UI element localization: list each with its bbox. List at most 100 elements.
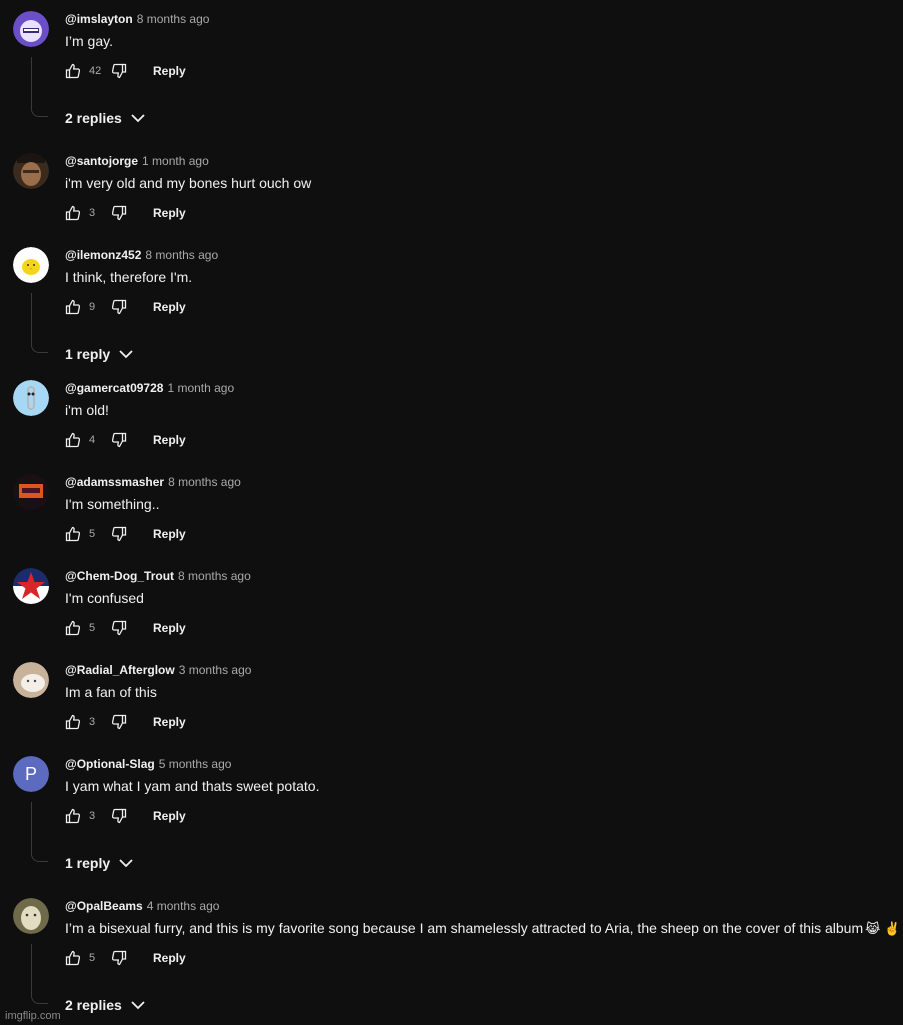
replies-count-label: 1 reply — [65, 346, 111, 362]
avatar[interactable]: P — [13, 756, 49, 792]
author-line: @Optional-Slag 5 months ago — [65, 757, 231, 771]
author-name[interactable]: @adamssmasher — [65, 475, 164, 489]
thumbs-down-icon — [111, 299, 127, 315]
dislike-button[interactable] — [111, 205, 127, 221]
author-name[interactable]: @santojorge — [65, 154, 138, 168]
like-count: 5 — [89, 622, 96, 634]
author-name[interactable]: @OpalBeams — [65, 899, 143, 913]
like-button[interactable] — [65, 808, 81, 824]
avatar[interactable] — [13, 153, 49, 189]
timestamp[interactable]: 8 months ago — [137, 12, 210, 26]
chevron-down-icon — [131, 114, 145, 123]
thumbs-down-icon — [111, 205, 127, 221]
timestamp[interactable]: 1 month ago — [167, 381, 234, 395]
action-bar: 3 Reply — [65, 201, 186, 225]
thumbs-up-icon — [65, 432, 81, 448]
thread-connector — [31, 802, 48, 862]
thumbs-down-icon — [111, 63, 127, 79]
author-line: @Chem-Dog_Trout 8 months ago — [65, 569, 251, 583]
author-name[interactable]: @Chem-Dog_Trout — [65, 569, 174, 583]
dislike-button[interactable] — [111, 950, 127, 966]
chevron-down-icon — [131, 1001, 145, 1010]
dislike-button[interactable] — [111, 714, 127, 730]
dislike-button[interactable] — [111, 526, 127, 542]
chevron-down-icon — [119, 859, 133, 868]
view-replies-button[interactable]: 1 reply — [65, 345, 135, 363]
author-line: @Radial_Afterglow 3 months ago — [65, 663, 251, 677]
dislike-button[interactable] — [111, 620, 127, 636]
action-bar: 5 Reply — [65, 946, 186, 970]
reply-button[interactable]: Reply — [153, 715, 186, 729]
dislike-button[interactable] — [111, 808, 127, 824]
view-replies-button[interactable]: 2 replies — [65, 996, 147, 1014]
dislike-button[interactable] — [111, 432, 127, 448]
reply-button[interactable]: Reply — [153, 621, 186, 635]
dislike-button[interactable] — [111, 299, 127, 315]
author-line: @santojorge 1 month ago — [65, 154, 209, 168]
like-count: 5 — [89, 952, 96, 964]
replies-count-label: 2 replies — [65, 110, 122, 126]
timestamp[interactable]: 5 months ago — [159, 757, 232, 771]
like-count: 9 — [89, 301, 96, 313]
reply-button[interactable]: Reply — [153, 64, 186, 78]
author-name[interactable]: @imslayton — [65, 12, 133, 26]
thumbs-up-icon — [65, 526, 81, 542]
view-replies-button[interactable]: 1 reply — [65, 854, 135, 872]
author-name[interactable]: @Radial_Afterglow — [65, 663, 175, 677]
avatar[interactable] — [13, 568, 49, 604]
avatar[interactable] — [13, 898, 49, 934]
timestamp[interactable]: 4 months ago — [147, 899, 220, 913]
thumbs-up-icon — [65, 808, 81, 824]
like-button[interactable] — [65, 950, 81, 966]
timestamp[interactable]: 3 months ago — [179, 663, 252, 677]
thumbs-down-icon — [111, 714, 127, 730]
like-button[interactable] — [65, 714, 81, 730]
like-button[interactable] — [65, 63, 81, 79]
author-line: @imslayton 8 months ago — [65, 12, 209, 26]
timestamp[interactable]: 8 months ago — [178, 569, 251, 583]
avatar[interactable] — [13, 380, 49, 416]
thread-connector — [31, 944, 48, 1004]
timestamp[interactable]: 8 months ago — [145, 248, 218, 262]
avatar[interactable] — [13, 11, 49, 47]
reply-button[interactable]: Reply — [153, 206, 186, 220]
like-button[interactable] — [65, 432, 81, 448]
timestamp[interactable]: 1 month ago — [142, 154, 209, 168]
author-name[interactable]: @gamercat09728 — [65, 381, 163, 395]
watermark: imgflip.com — [5, 1010, 61, 1022]
thumbs-up-icon — [65, 205, 81, 221]
reply-button[interactable]: Reply — [153, 300, 186, 314]
thumbs-up-icon — [65, 63, 81, 79]
avatar[interactable] — [13, 474, 49, 510]
author-line: @ilemonz452 8 months ago — [65, 248, 218, 262]
comment-text: i'm very old and my bones hurt ouch ow — [65, 175, 312, 191]
chevron-down-icon — [119, 350, 133, 359]
avatar[interactable] — [13, 662, 49, 698]
like-count: 3 — [89, 716, 96, 728]
reply-button[interactable]: Reply — [153, 527, 186, 541]
view-replies-button[interactable]: 2 replies — [65, 109, 147, 127]
comment-text: I’m gay. — [65, 33, 113, 49]
timestamp[interactable]: 8 months ago — [168, 475, 241, 489]
thumbs-up-icon — [65, 299, 81, 315]
action-bar: 5 Reply — [65, 616, 186, 640]
dislike-button[interactable] — [111, 63, 127, 79]
like-button[interactable] — [65, 620, 81, 636]
like-button[interactable] — [65, 526, 81, 542]
action-bar: 4 Reply — [65, 428, 186, 452]
thumbs-down-icon — [111, 620, 127, 636]
reply-button[interactable]: Reply — [153, 809, 186, 823]
like-count: 42 — [89, 65, 102, 77]
like-button[interactable] — [65, 299, 81, 315]
comment-thread: @imslayton 8 months ago I’m gay. 42 Reply… — [0, 0, 903, 1025]
like-button[interactable] — [65, 205, 81, 221]
thread-connector — [31, 57, 48, 117]
author-name[interactable]: @Optional-Slag — [65, 757, 155, 771]
reply-button[interactable]: Reply — [153, 951, 186, 965]
comment-text: I'm something.. — [65, 496, 160, 512]
like-count: 3 — [89, 207, 96, 219]
thumbs-down-icon — [111, 526, 127, 542]
avatar[interactable] — [13, 247, 49, 283]
author-name[interactable]: @ilemonz452 — [65, 248, 141, 262]
reply-button[interactable]: Reply — [153, 433, 186, 447]
